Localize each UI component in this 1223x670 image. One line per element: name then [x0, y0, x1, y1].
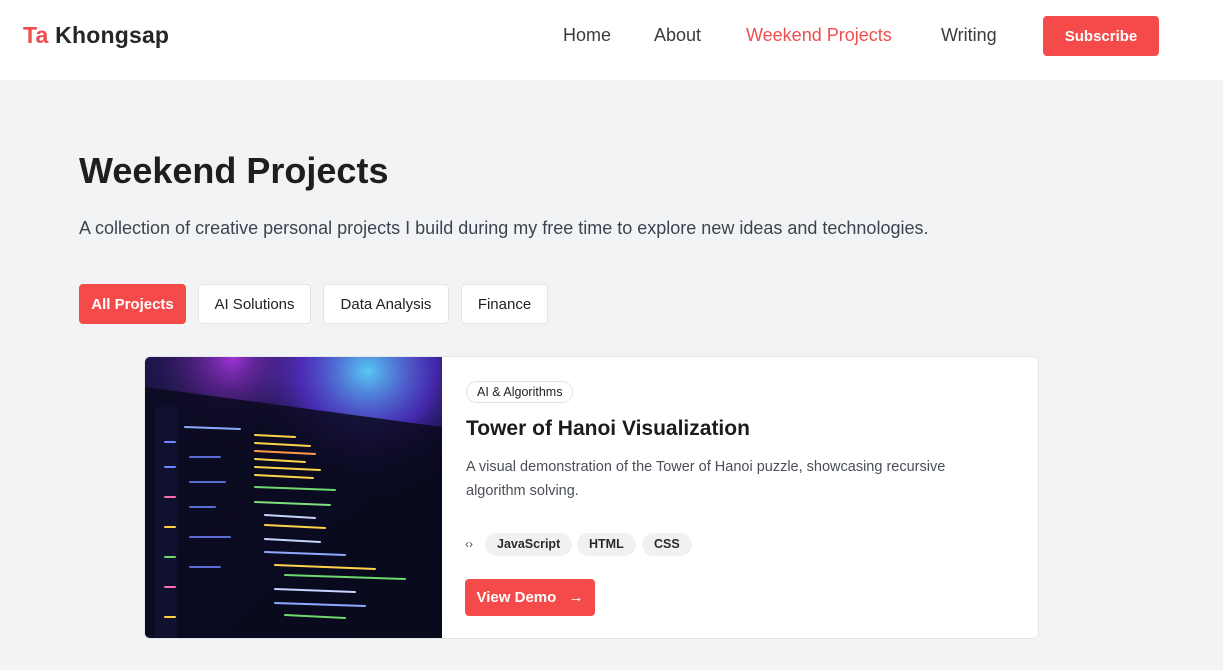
project-title[interactable]: Tower of Hanoi Visualization — [466, 417, 750, 441]
filter-finance[interactable]: Finance — [461, 284, 548, 324]
logo-first-name: Ta — [23, 22, 49, 48]
nav-writing[interactable]: Writing — [941, 25, 997, 46]
project-image — [145, 357, 442, 638]
arrow-right-icon: → — [568, 589, 584, 606]
nav-weekend-projects[interactable]: Weekend Projects — [746, 25, 892, 46]
nav-home[interactable]: Home — [563, 25, 611, 46]
subscribe-button[interactable]: Subscribe — [1043, 16, 1159, 56]
project-card: AI & Algorithms Tower of Hanoi Visualiza… — [144, 356, 1039, 639]
project-description: A visual demonstration of the Tower of H… — [466, 459, 946, 499]
category-badge: AI & Algorithms — [466, 381, 574, 403]
site-header: Ta Khongsap Home About Weekend Projects … — [0, 0, 1223, 80]
tech-tag-html: HTML — [577, 533, 636, 556]
view-demo-label: View Demo — [476, 589, 557, 606]
tech-tag-css: CSS — [642, 533, 692, 556]
filter-data-analysis[interactable]: Data Analysis — [323, 284, 449, 324]
filter-ai-solutions[interactable]: AI Solutions — [198, 284, 311, 324]
nav-about[interactable]: About — [654, 25, 701, 46]
tech-tag-javascript: JavaScript — [485, 533, 573, 556]
page-description: A collection of creative personal projec… — [79, 218, 929, 238]
site-logo[interactable]: Ta Khongsap — [23, 22, 169, 49]
view-demo-button[interactable]: View Demo → — [465, 579, 595, 616]
code-icon: ‹› — [465, 537, 473, 551]
filter-all-projects[interactable]: All Projects — [79, 284, 186, 324]
logo-last-name: Khongsap — [55, 22, 170, 48]
page-title: Weekend Projects — [79, 150, 389, 191]
